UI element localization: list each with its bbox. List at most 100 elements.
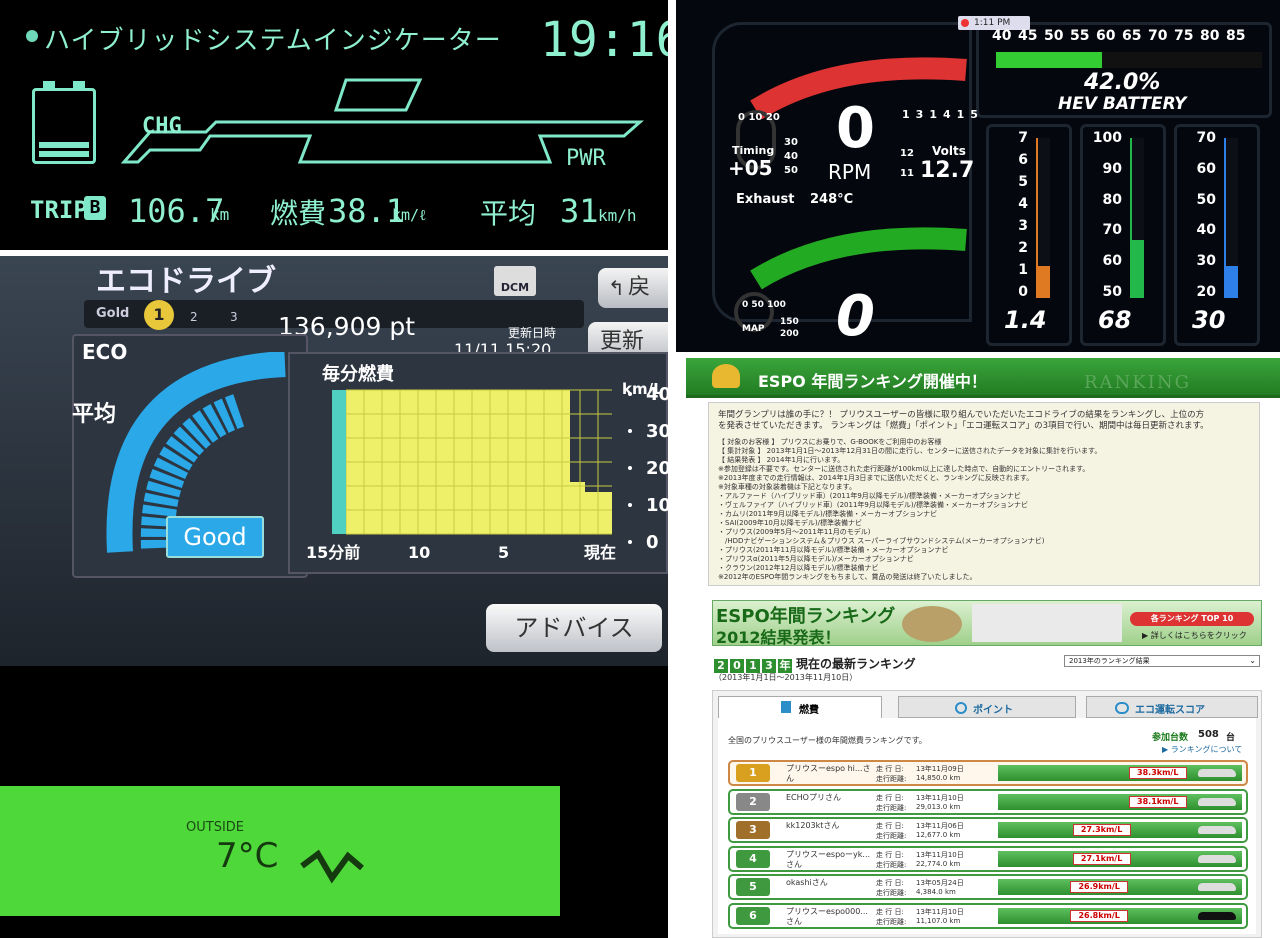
tab-fuel[interactable]: 燃費 (718, 696, 882, 718)
row-days-label: 走 行 日: (876, 907, 904, 916)
ranking-row[interactable]: 3 kk1203ktさん 走 行 日: 走行距離: 13年11月06日 12,677.0 … (728, 817, 1248, 843)
tab-fuel-label: 燃費 (799, 705, 819, 716)
car-silhouette-icon (1198, 797, 1236, 806)
hev-scale-tick: 40 (992, 28, 1012, 44)
outside-label: OUTSIDE (186, 820, 244, 835)
bar-gauge-fill (1226, 266, 1238, 298)
count-label: 参加台数 (1152, 733, 1189, 743)
hev-scale-tick: 55 (1070, 28, 1090, 44)
tick: 10 (748, 112, 763, 123)
hev-scale-tick: 75 (1174, 28, 1194, 44)
y-tick-label: 30 (646, 421, 668, 442)
y-tick-dot (628, 503, 632, 507)
bar-gauge-track (1224, 138, 1238, 298)
row-fuel-value: 27.3km/L (1072, 824, 1131, 836)
car-silhouette-icon (1198, 883, 1236, 891)
chg-label: CHG (142, 114, 182, 139)
period-label: （2013年1月1日～2013年11月10日） (714, 673, 858, 682)
back-label: 戻 (628, 275, 651, 300)
y-tick-label: 0 (646, 532, 659, 553)
row-dist-label: 走行距離: (876, 860, 907, 869)
bar-gauge-track (1130, 138, 1144, 298)
bar-gauge-tick: 5 (1018, 174, 1028, 190)
note-line: ※2013年度までの走行情報は、2014年1月3日までに送信いただくと、ランキン… (718, 474, 1034, 482)
x-tick-label: 15分前 (306, 543, 360, 562)
year-select[interactable]: 2013年のランキング結果 ⌄ (1064, 655, 1260, 667)
air-flow-icon (300, 849, 364, 884)
bar-gauge-tick: 0 (1018, 284, 1028, 300)
car-silhouette-icon (1198, 911, 1236, 920)
about-link[interactable]: ▶ ランキングについて (1162, 744, 1242, 755)
notes-text: 【 対象のお客様 】 プリウスにお乗りで、G-BOOKをご利用中のお客様【 集計… (718, 438, 1254, 582)
row-distance: 22,774.0 km (916, 859, 961, 868)
bar-gauge-tick: 60 (1196, 160, 1216, 177)
ranking-row[interactable]: 6 プリウスーespo000... さん走 行 日: 走行距離: 13年11月10日 1… (728, 902, 1248, 929)
x-tick-label: 5 (498, 543, 509, 562)
advice-button[interactable]: アドバイス (486, 604, 662, 652)
bar-gauge-tick: 80 (1102, 191, 1122, 208)
outside-display (0, 786, 560, 916)
bar-gauge-tick: 4 (1018, 196, 1028, 212)
note-line: ・SAI(2009年10月以降モデル)/標準装備ナビ (718, 519, 862, 527)
row-fuel-value: 26.9km/L (1070, 881, 1129, 893)
trip-letter: B (84, 196, 106, 220)
rank-star-icon: 1 (144, 300, 174, 330)
fuel-pump-icon (781, 701, 791, 713)
timing-ticks-right: 30 40 50 (784, 136, 798, 178)
row-date: 13年11月10日 (916, 793, 964, 802)
row-dist-label: 走行距離: (876, 775, 907, 783)
fuel-chart: 40 30 20 10 0 15分前 10 5 現在 (306, 384, 668, 562)
banner-click[interactable]: ▶ 詳しくはこちらをクリック (1142, 630, 1247, 641)
note-line: ・プリウス(2011年11月以降モデル)/標準装備・メーカーオプションナビ (718, 546, 949, 554)
bar-gauge-ticks: 7 6 5 4 3 2 1 0 (994, 130, 1028, 300)
eco-drive-panel: エコドライブ DCM ↰ 戻 Gold 1 2 3 136,909 pt 更新日… (0, 256, 668, 938)
y-tick-label: 20 (646, 458, 668, 479)
row-distance: 12,677.0 km (916, 831, 961, 839)
top10-badge: 各ランキング TOP 10 (1130, 612, 1254, 626)
row-name: kk1203ktさん (786, 821, 840, 830)
rpm-label: RPM (828, 160, 872, 184)
year-digit: 0 (730, 659, 744, 673)
year-digit: 2 (714, 659, 728, 673)
tick: 0 (738, 112, 745, 123)
dcm-button[interactable]: DCM (494, 266, 536, 296)
row-distance: 29,013.0 km (916, 802, 961, 811)
tab-description: 全国のプリウスユーザー様の年間燃費ランキングです。 (728, 736, 927, 745)
row-dist-label: 走行距離: (876, 832, 907, 840)
exhaust-label: Exhaust (736, 192, 795, 207)
row-fuel-bar: 38.1km/L (998, 793, 1242, 810)
map-ticks-right: 150 200 (780, 316, 799, 340)
hev-scale-tick: 80 (1200, 28, 1220, 44)
volts-value: 12.7 (920, 158, 975, 183)
note-line: ・クラウン(2012年12月以降モデル)/標準装備ナビ (718, 564, 879, 572)
clock: 19:16 (540, 12, 668, 68)
rank-badge-icon: 1 (736, 764, 770, 782)
car-icon (1115, 702, 1129, 714)
points-icon (955, 702, 967, 714)
medal-image-icon (902, 606, 962, 642)
avg-speed-label: 平均 (480, 197, 537, 230)
header-title: ESPO 年間ランキング開催中！ (758, 372, 987, 391)
tab-eco-score[interactable]: エコ運転スコア (1086, 696, 1258, 718)
tab-points[interactable]: ポイント (898, 696, 1076, 718)
back-button[interactable]: ↰ 戻 (598, 268, 668, 308)
y-tick-dot (628, 392, 632, 396)
note-line: ※対象車種の対象装着機は下記となります。 (718, 483, 856, 491)
tick: 14 (929, 108, 957, 121)
exhaust-value: 248°C (810, 192, 854, 207)
ranking-row[interactable]: 2 ECHOプリさん 走 行 日: 走行距離: 13年11月10日 29,013.0 km… (728, 788, 1248, 815)
hev-level-bar (996, 52, 1103, 68)
count-value: 508 (1198, 729, 1219, 740)
row-fuel-value: 26.8km/L (1070, 909, 1129, 922)
row-days-label: 走 行 日: (876, 793, 904, 802)
tick: 200 (780, 329, 799, 339)
row-fuel-bar: 27.1km/L (998, 850, 1242, 867)
note-line: ・プリウスα(2011年5月以降モデル)/メーカーオプションナビ (718, 555, 914, 563)
ranking-row[interactable]: 4 プリウスーespoーyk... さん走 行 日: 走行距離: 13年11月10日 2… (728, 845, 1248, 872)
hev-scale-tick: 70 (1148, 28, 1168, 44)
ranking-row[interactable]: 1 プリウスーespo hi...さん走 行 日: 走行距離: 13年11月09日 14… (728, 760, 1248, 786)
bar-gauge-tick: 40 (1196, 222, 1216, 239)
ranking-row[interactable]: 5 okashiさん 走 行 日: 走行距離: 13年05月24日 4,384.0 km 2… (728, 874, 1248, 900)
bar-gauge-tick: 70 (1196, 130, 1216, 146)
y-tick-label: 40 (646, 384, 668, 405)
